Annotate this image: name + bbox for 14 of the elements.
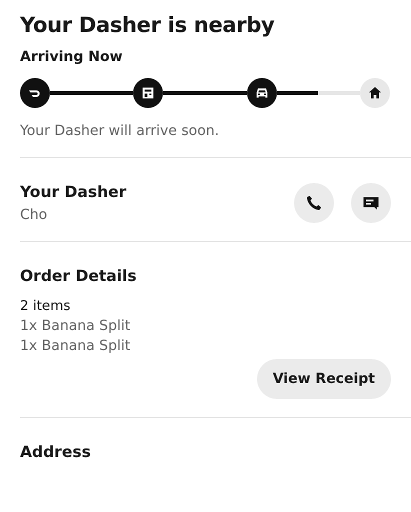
phone-icon bbox=[304, 193, 324, 213]
call-button[interactable] bbox=[294, 183, 334, 223]
section-heading: Your Dasher bbox=[20, 183, 126, 201]
dasher-name: Cho bbox=[20, 207, 48, 223]
order-item: 1x Banana Split bbox=[20, 318, 132, 334]
order-item: 1x Banana Split bbox=[20, 338, 132, 354]
item-count: 2 items bbox=[20, 298, 72, 314]
message-button[interactable] bbox=[351, 183, 391, 223]
arrival-message: Your Dasher will arrive soon. bbox=[20, 123, 220, 139]
view-receipt-button[interactable]: View Receipt bbox=[256, 359, 391, 399]
section-heading: Address bbox=[20, 443, 92, 461]
section-heading: Order Details bbox=[20, 267, 138, 285]
page-title: Your Dasher is nearby bbox=[20, 12, 276, 38]
delivery-status: Arriving Now bbox=[20, 49, 124, 65]
